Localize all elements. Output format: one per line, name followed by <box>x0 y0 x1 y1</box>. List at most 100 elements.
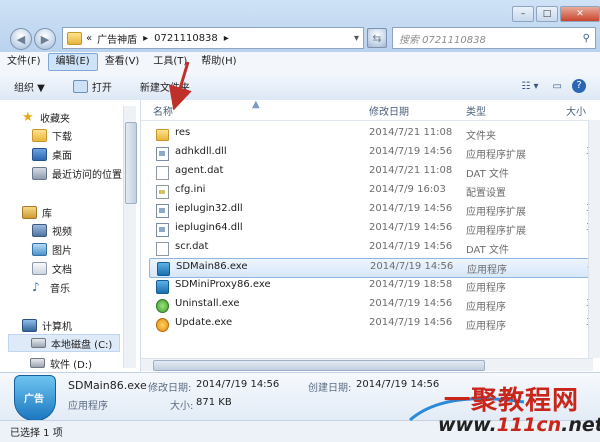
watermark-url-c: .net <box>561 414 600 436</box>
nav-label: 库 <box>42 208 52 220</box>
file-row[interactable]: Update.exe2014/7/19 14:56应用程序3 <box>149 315 592 333</box>
nav-scroll-thumb[interactable] <box>125 122 137 204</box>
breadcrumb-separator-icon[interactable]: ▸ <box>143 33 148 44</box>
details-modified-label: 修改日期: <box>148 383 192 394</box>
nav-downloads[interactable]: 下载 <box>32 126 72 144</box>
file-date: 2014/7/19 14:56 <box>369 298 453 309</box>
open-label: 打开 <box>91 82 112 94</box>
annotation-arrow <box>168 61 192 110</box>
nav-software-drive[interactable]: 软件 (D:) <box>30 354 92 372</box>
column-date[interactable]: 修改日期 <box>369 103 409 118</box>
file-row[interactable]: cfg.ini 2014/7/9 16:03 配置设置 <box>149 182 589 200</box>
search-input[interactable]: 搜索 0721110838 ⚲ <box>392 27 596 49</box>
file-list-vertical-scrollbar[interactable] <box>588 120 600 358</box>
nav-music[interactable]: ♪ 音乐 <box>32 278 70 296</box>
file-list-horizontal-scrollbar[interactable] <box>141 358 593 371</box>
open-button[interactable]: 打开 <box>59 79 126 94</box>
file-row[interactable]: SDMain86.exe2014/7/19 14:56应用程序8 <box>149 258 593 278</box>
search-icon[interactable]: ⚲ <box>583 33 590 44</box>
view-options-icon[interactable]: ☷ ▾ <box>521 81 538 92</box>
disk-icon <box>31 338 46 348</box>
minimize-button[interactable]: – <box>512 6 534 22</box>
menu-help[interactable]: 帮助(H) <box>194 54 243 70</box>
file-type: 配置设置 <box>466 188 506 199</box>
file-name: SDMiniProxy86.exe <box>175 279 271 290</box>
nav-buttons: ◀ ▶ <box>10 28 56 50</box>
toolbar: 组织 ▼ 打开 新建文件夹 ☷ ▾ ▭ ? <box>0 72 600 101</box>
file-name: Update.exe <box>175 317 233 328</box>
nav-favorites[interactable]: ★ 收藏夹 <box>22 108 70 126</box>
window-controls: – □ ✕ <box>512 6 600 22</box>
nav-label: 最近访问的位置 <box>52 169 122 181</box>
file-type: 应用程序扩展 <box>466 207 526 218</box>
file-row[interactable]: res 2014/7/21 11:08 文件夹 <box>149 125 589 143</box>
file-date: 2014/7/21 11:08 <box>369 165 453 176</box>
exe-file-icon <box>157 262 170 276</box>
nav-pictures[interactable]: 图片 <box>32 240 72 258</box>
recent-places-icon <box>32 166 47 180</box>
file-name: scr.dat <box>175 241 209 252</box>
nav-label: 软件 (D:) <box>50 359 93 371</box>
nav-libraries[interactable]: 库 <box>22 203 52 221</box>
forward-button[interactable]: ▶ <box>34 28 56 50</box>
nav-videos[interactable]: 视频 <box>32 221 72 239</box>
close-button[interactable]: ✕ <box>560 6 600 22</box>
file-name: ieplugin64.dll <box>175 222 243 233</box>
help-icon[interactable]: ? <box>572 79 586 93</box>
column-size[interactable]: 大小 <box>566 103 586 118</box>
file-name: res <box>175 127 191 138</box>
nav-computer[interactable]: 计算机 <box>22 316 72 334</box>
horizontal-scroll-thumb[interactable] <box>153 360 485 371</box>
file-row[interactable]: ieplugin64.dll2014/7/19 14:56应用程序扩展3 <box>149 220 592 238</box>
file-type: 应用程序 <box>466 321 506 332</box>
nav-label: 文档 <box>52 264 72 276</box>
dll-file-icon <box>156 223 169 237</box>
file-row[interactable]: agent.dat 2014/7/21 11:08 DAT 文件 <box>149 163 589 181</box>
nav-label: 下载 <box>52 131 72 143</box>
organize-button[interactable]: 组织 ▼ <box>0 79 59 94</box>
nav-label: 视频 <box>52 226 72 238</box>
address-bar[interactable]: « 广告神盾 ▸ 0721110838 ▸ ▾ <box>62 27 364 49</box>
file-date: 2014/7/21 11:08 <box>369 127 453 138</box>
file-date: 2014/7/9 16:03 <box>369 184 446 195</box>
file-date: 2014/7/19 14:56 <box>369 203 453 214</box>
dll-file-icon <box>156 204 169 218</box>
file-row[interactable]: Uninstall.exe2014/7/19 14:56应用程序3 <box>149 296 592 314</box>
file-type: 应用程序 <box>466 283 506 294</box>
nav-recent[interactable]: 最近访问的位置 <box>32 164 122 182</box>
column-type[interactable]: 类型 <box>466 103 486 118</box>
maximize-button[interactable]: □ <box>536 6 558 22</box>
address-dropdown-icon[interactable]: ▾ <box>354 33 359 44</box>
sort-arrow-icon: ▲ <box>252 99 260 110</box>
nav-scrollbar[interactable] <box>123 106 137 368</box>
pictures-icon <box>32 242 47 256</box>
file-date: 2014/7/19 18:58 <box>369 279 453 290</box>
file-row[interactable]: adhkdll.dll2014/7/19 14:56应用程序扩展3 <box>149 144 592 162</box>
file-row[interactable]: scr.dat 2014/7/19 14:56 DAT 文件 <box>149 239 589 257</box>
file-date: 2014/7/19 14:56 <box>369 222 453 233</box>
breadcrumb-item[interactable]: 0721110838 <box>154 33 218 44</box>
nav-desktop[interactable]: 桌面 <box>32 145 72 163</box>
folder-icon <box>156 129 169 141</box>
file-name: ieplugin32.dll <box>175 203 243 214</box>
menu-file[interactable]: 文件(F) <box>0 54 48 70</box>
file-type: 应用程序 <box>466 302 506 313</box>
watermark-url-a: www. <box>438 414 497 436</box>
nav-label: 计算机 <box>42 321 72 333</box>
watermark-title: 一聚教程网 <box>444 386 580 416</box>
preview-pane-icon[interactable]: ▭ <box>553 81 562 92</box>
dll-file-icon <box>156 147 169 161</box>
breadcrumb-item[interactable]: 广告神盾 <box>97 31 137 46</box>
breadcrumb-separator-icon[interactable]: ▸ <box>224 33 229 44</box>
file-row[interactable]: ieplugin32.dll2014/7/19 14:56应用程序扩展3 <box>149 201 592 219</box>
file-row[interactable]: SDMiniProxy86.exe 2014/7/19 18:58 应用程序 <box>149 277 589 295</box>
details-modified: 2014/7/19 14:56 <box>196 379 280 390</box>
back-button[interactable]: ◀ <box>10 28 32 50</box>
menu-bar: 文件(F) 编辑(E) 查看(V) 工具(T) 帮助(H) <box>0 52 600 72</box>
refresh-button[interactable]: ⇆ <box>367 28 387 48</box>
breadcrumb-prefix: « <box>86 32 93 44</box>
menu-edit[interactable]: 编辑(E) <box>47 53 98 71</box>
dat-file-icon <box>156 242 169 256</box>
nav-local-disk[interactable]: 本地磁盘 (C:) <box>8 334 120 352</box>
nav-documents[interactable]: 文档 <box>32 259 72 277</box>
